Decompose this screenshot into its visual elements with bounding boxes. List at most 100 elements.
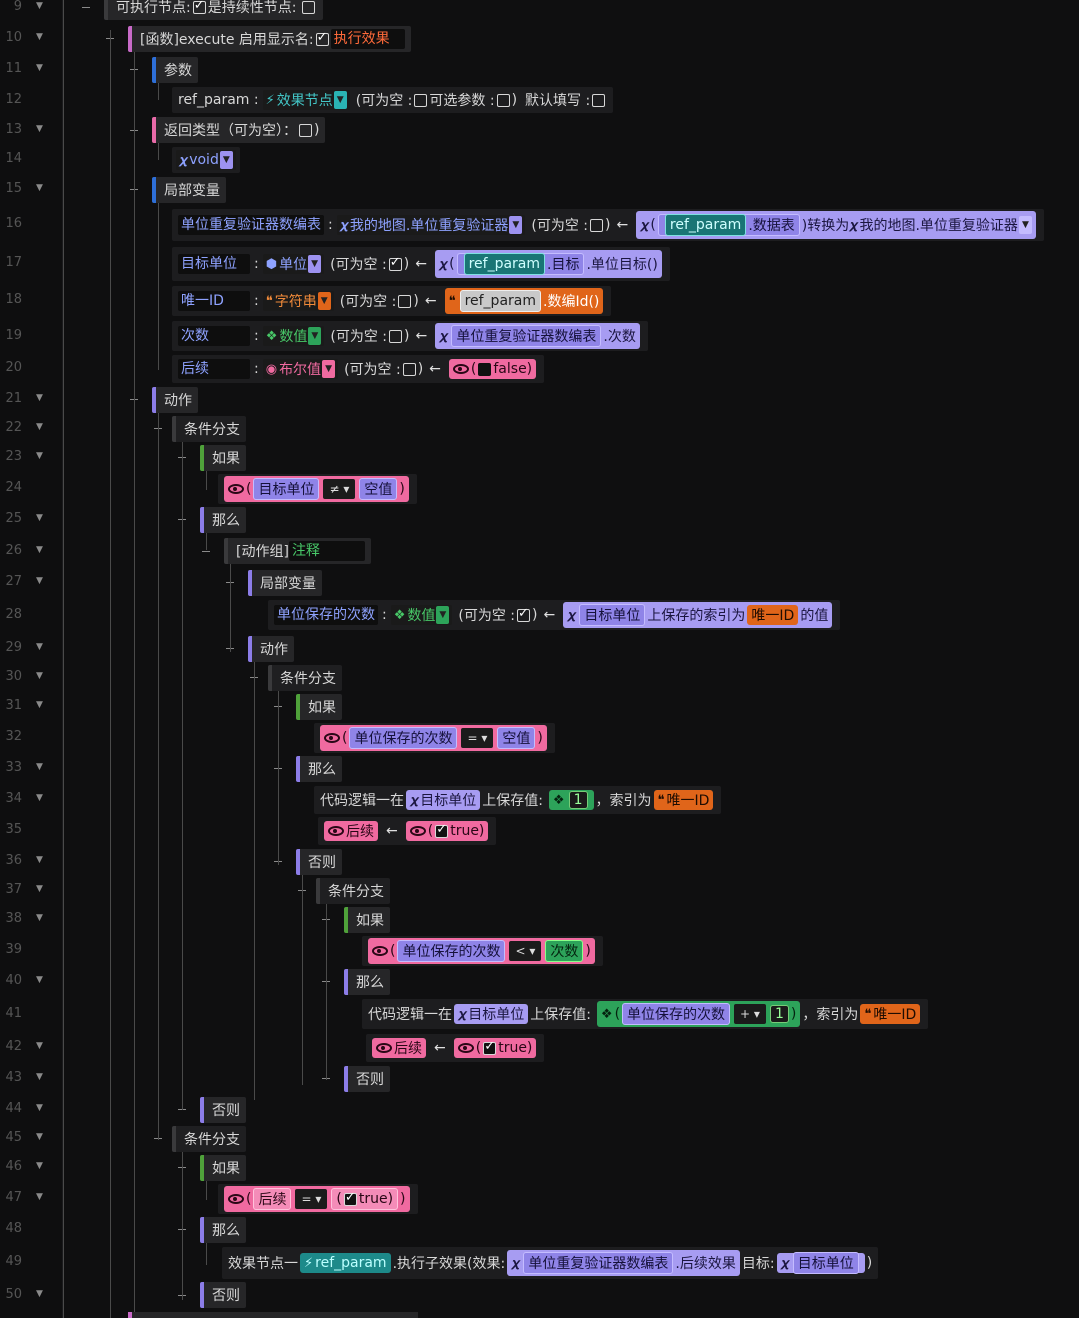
- var-type[interactable]: ⬢ 单位 ▼: [262, 254, 325, 274]
- default-checkbox[interactable]: [592, 93, 606, 107]
- null-chip[interactable]: 空值: [497, 727, 536, 749]
- branch-block[interactable]: 条件分支: [316, 878, 390, 904]
- display-name-checkbox[interactable]: [315, 30, 329, 46]
- fold-toggle-icon[interactable]: ▼: [36, 393, 43, 403]
- chevron-down-icon[interactable]: ▼: [509, 216, 523, 234]
- nullable-checkbox[interactable]: [402, 362, 416, 376]
- var-name[interactable]: 单位保存的次数: [274, 605, 378, 625]
- branch-block[interactable]: 条件分支: [268, 665, 342, 691]
- target-unit-expression[interactable]: 𝝌 ( ref_param .目标 .单位目标(): [434, 250, 662, 278]
- display-name-field[interactable]: 执行效果: [330, 29, 405, 49]
- var-type[interactable]: ❖ 数值 ▼: [262, 326, 325, 346]
- actions-section[interactable]: 动作: [248, 636, 294, 662]
- effect-expr[interactable]: 𝝌 单位重复验证器数编表 .后续效果: [507, 1250, 740, 1276]
- actions-section[interactable]: 动作: [152, 387, 198, 413]
- bool-checkbox[interactable]: [435, 822, 449, 838]
- var-type[interactable]: ❝ 字符串 ▼: [262, 291, 334, 311]
- var-name[interactable]: 目标单位: [178, 254, 250, 274]
- bool-checkbox[interactable]: [343, 1190, 357, 1206]
- fold-toggle-icon[interactable]: ▼: [36, 124, 43, 134]
- var-chip[interactable]: 目标单位: [253, 478, 320, 500]
- action-group[interactable]: [动作组] 注释: [224, 538, 371, 564]
- fold-toggle-icon[interactable]: ▼: [36, 422, 43, 432]
- optional-checkbox[interactable]: [496, 93, 510, 107]
- number-literal[interactable]: ❖ 1: [548, 790, 594, 810]
- id-chip[interactable]: ❝ 唯一ID: [860, 1004, 921, 1024]
- params-section[interactable]: 参数: [152, 57, 198, 83]
- bool-checkbox[interactable]: [483, 1039, 497, 1055]
- nullable-checkbox[interactable]: [414, 93, 428, 107]
- fold-toggle-icon[interactable]: ▼: [36, 451, 43, 461]
- fold-toggle-icon[interactable]: ▼: [36, 1041, 43, 1051]
- var-name[interactable]: 后续: [178, 359, 250, 379]
- fold-toggle-icon[interactable]: ▼: [36, 576, 43, 586]
- unit-expr[interactable]: 𝝌 目标单位: [454, 1004, 529, 1024]
- bool-checkbox[interactable]: [478, 362, 492, 376]
- ref-param-chip[interactable]: ref_param: [463, 253, 546, 275]
- fold-toggle-icon[interactable]: ▼: [36, 1289, 43, 1299]
- fold-toggle-icon[interactable]: ▼: [36, 32, 43, 42]
- var-chip[interactable]: 后续: [253, 1188, 292, 1210]
- operator-select[interactable]: ≠ ▾: [323, 479, 356, 499]
- var-name[interactable]: 次数: [178, 326, 250, 346]
- unique-id-expression[interactable]: ❝ ref_param .数编Id(): [444, 288, 604, 314]
- condition-expression[interactable]: ( 单位保存的次数 < ▾ 次数 ): [368, 938, 595, 964]
- var-chip[interactable]: 单位保存的次数: [397, 940, 506, 962]
- if-block[interactable]: 如果: [344, 907, 390, 933]
- exec-child-effect-action[interactable]: 效果节点一 ⚡ ref_param .执行子效果(效果: 𝝌 单位重复验证器数编表…: [222, 1247, 879, 1279]
- else-block[interactable]: 否则: [200, 1282, 246, 1308]
- persistent-checkbox[interactable]: [302, 0, 316, 14]
- collapse-icon[interactable]: [202, 551, 210, 552]
- comment-field[interactable]: 注释: [288, 541, 365, 561]
- fold-toggle-icon[interactable]: ▼: [36, 762, 43, 772]
- bool-literal[interactable]: ( true): [405, 821, 489, 841]
- nullable-checkbox[interactable]: [389, 329, 403, 343]
- fold-toggle-icon[interactable]: ▼: [36, 700, 43, 710]
- fold-toggle-icon[interactable]: ▼: [36, 1, 43, 11]
- fold-toggle-icon[interactable]: ▼: [36, 1192, 43, 1202]
- chevron-down-icon[interactable]: ▼: [1018, 216, 1032, 234]
- operator-select[interactable]: = ▾: [461, 728, 494, 748]
- add-expression[interactable]: ❖ ( 单位保存的次数 + ▾ 1 ): [596, 1001, 801, 1027]
- fold-toggle-icon[interactable]: ▼: [36, 913, 43, 923]
- fold-toggle-icon[interactable]: ▼: [36, 63, 43, 73]
- chevron-down-icon[interactable]: ▼: [333, 91, 347, 109]
- fold-toggle-icon[interactable]: ▼: [36, 1072, 43, 1082]
- saved-value-expression[interactable]: 𝝌 目标单位 上保存的索引为 唯一ID 的值: [563, 602, 833, 628]
- var-chip[interactable]: 后续: [324, 821, 378, 841]
- var-chip[interactable]: 单位保存的次数: [622, 1003, 731, 1025]
- condition-expression[interactable]: ( 后续 = ▾ ( true) ): [224, 1186, 410, 1212]
- fold-toggle-icon[interactable]: ▼: [36, 975, 43, 985]
- var-chip[interactable]: 后续: [372, 1038, 426, 1058]
- fold-toggle-icon[interactable]: ▼: [36, 1132, 43, 1142]
- operator-select[interactable]: < ▾: [509, 941, 542, 961]
- chevron-down-icon[interactable]: ▼: [322, 360, 336, 378]
- chevron-down-icon[interactable]: ▼: [317, 292, 331, 310]
- executable-checkbox[interactable]: [192, 0, 206, 14]
- fold-toggle-icon[interactable]: ▼: [36, 642, 43, 652]
- id-chip[interactable]: 唯一ID: [747, 605, 799, 625]
- return-type[interactable]: 𝝌 void ▼: [176, 150, 236, 170]
- var-chip[interactable]: 单位重复验证器数编表: [451, 325, 602, 347]
- var-chip[interactable]: 目标单位: [792, 1252, 859, 1274]
- var-type[interactable]: ◉ 布尔值 ▼: [262, 359, 339, 379]
- fold-toggle-icon[interactable]: ▼: [36, 1161, 43, 1171]
- nullable-checkbox[interactable]: [590, 218, 604, 232]
- fold-toggle-icon[interactable]: ▼: [36, 884, 43, 894]
- fold-toggle-icon[interactable]: ▼: [36, 793, 43, 803]
- fold-toggle-icon[interactable]: ▼: [36, 671, 43, 681]
- var-chip[interactable]: 目标单位: [579, 604, 646, 626]
- locals-section[interactable]: 局部变量: [248, 570, 322, 596]
- ref-param-chip[interactable]: ref_param: [459, 290, 541, 312]
- nullable-checkbox[interactable]: [388, 255, 402, 271]
- id-chip[interactable]: ❝ 唯一ID: [653, 790, 714, 810]
- param-type[interactable]: ⚡ 效果节点 ▼: [262, 90, 350, 110]
- operator-select[interactable]: = ▾: [295, 1189, 328, 1209]
- unit-expr[interactable]: 𝝌 目标单位: [776, 1252, 865, 1274]
- return-type-section[interactable]: 返回类型（可为空）： ): [152, 117, 326, 143]
- condition-expression[interactable]: ( 单位保存的次数 = ▾ 空值 ): [320, 725, 547, 751]
- bool-literal[interactable]: ( false): [448, 359, 537, 379]
- chevron-down-icon[interactable]: ▼: [308, 327, 322, 345]
- if-block[interactable]: 如果: [200, 1155, 246, 1181]
- var-chip[interactable]: 单位保存的次数: [349, 727, 458, 749]
